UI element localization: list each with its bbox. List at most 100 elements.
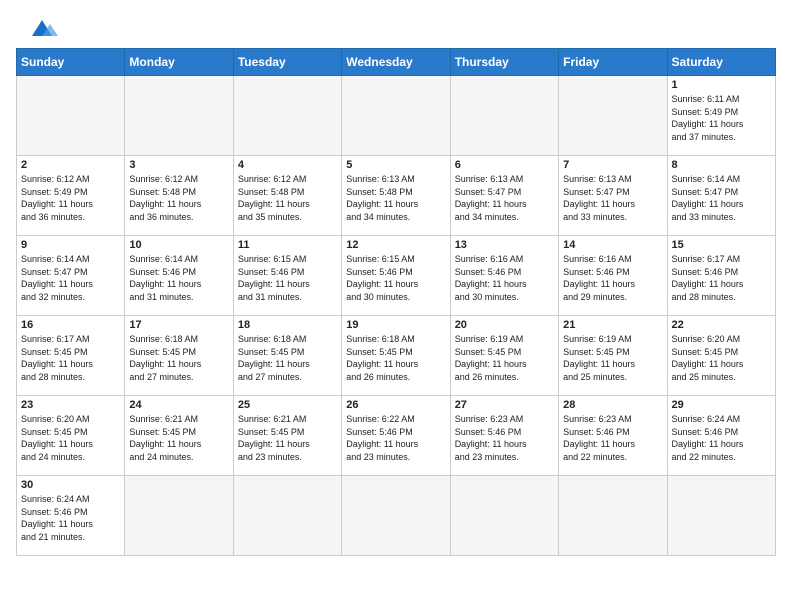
day-number: 4 xyxy=(238,159,337,171)
calendar-cell xyxy=(450,76,558,156)
week-row-6: 30 Sunrise: 6:24 AM Sunset: 5:46 PM Dayli… xyxy=(17,476,776,556)
calendar-cell: 19 Sunrise: 6:18 AM Sunset: 5:45 PM Dayli… xyxy=(342,316,450,396)
calendar-cell xyxy=(17,76,125,156)
calendar-cell: 29Sunrise: 6:24 AM Sunset: 5:46 PM Dayli… xyxy=(667,396,775,476)
day-number: 30 xyxy=(21,479,120,491)
calendar-cell xyxy=(450,476,558,556)
calendar-cell xyxy=(342,76,450,156)
page-header xyxy=(16,16,776,40)
weekday-header-row: SundayMondayTuesdayWednesdayThursdayFrid… xyxy=(17,49,776,76)
calendar-cell: 5 Sunrise: 6:13 AM Sunset: 5:48 PM Daylig… xyxy=(342,156,450,236)
calendar-cell: 25 Sunrise: 6:21 AM Sunset: 5:45 PM Dayli… xyxy=(233,396,341,476)
calendar-cell xyxy=(559,76,667,156)
day-number: 23 xyxy=(21,399,120,411)
day-number: 27 xyxy=(455,399,554,411)
day-number: 24 xyxy=(129,399,228,411)
day-number: 16 xyxy=(21,319,120,331)
calendar-cell: 15Sunrise: 6:17 AM Sunset: 5:46 PM Dayli… xyxy=(667,236,775,316)
calendar-cell: 28 Sunrise: 6:23 AM Sunset: 5:46 PM Dayli… xyxy=(559,396,667,476)
day-number: 20 xyxy=(455,319,554,331)
day-number: 10 xyxy=(129,239,228,251)
day-info: Sunrise: 6:12 AM Sunset: 5:49 PM Dayligh… xyxy=(21,173,120,223)
day-number: 8 xyxy=(672,159,771,171)
day-number: 6 xyxy=(455,159,554,171)
day-number: 9 xyxy=(21,239,120,251)
calendar-cell: 20 Sunrise: 6:19 AM Sunset: 5:45 PM Dayli… xyxy=(450,316,558,396)
calendar-cell: 17Sunrise: 6:18 AM Sunset: 5:45 PM Dayli… xyxy=(125,316,233,396)
day-number: 5 xyxy=(346,159,445,171)
day-number: 26 xyxy=(346,399,445,411)
day-number: 25 xyxy=(238,399,337,411)
weekday-header-wednesday: Wednesday xyxy=(342,49,450,76)
day-number: 7 xyxy=(563,159,662,171)
calendar-cell: 2 Sunrise: 6:12 AM Sunset: 5:49 PM Daylig… xyxy=(17,156,125,236)
calendar-cell xyxy=(125,476,233,556)
calendar-cell: 10 Sunrise: 6:14 AM Sunset: 5:46 PM Dayli… xyxy=(125,236,233,316)
day-info: Sunrise: 6:20 AM Sunset: 5:45 PM Dayligh… xyxy=(672,333,771,383)
day-number: 28 xyxy=(563,399,662,411)
calendar-cell: 21 Sunrise: 6:19 AM Sunset: 5:45 PM Dayli… xyxy=(559,316,667,396)
day-info: Sunrise: 6:21 AM Sunset: 5:45 PM Dayligh… xyxy=(129,413,228,463)
logo xyxy=(16,16,60,40)
weekday-header-friday: Friday xyxy=(559,49,667,76)
calendar-cell: 11Sunrise: 6:15 AM Sunset: 5:46 PM Dayli… xyxy=(233,236,341,316)
week-row-4: 16 Sunrise: 6:17 AM Sunset: 5:45 PM Dayli… xyxy=(17,316,776,396)
day-number: 1 xyxy=(672,79,771,91)
day-info: Sunrise: 6:21 AM Sunset: 5:45 PM Dayligh… xyxy=(238,413,337,463)
calendar-cell: 3 Sunrise: 6:12 AM Sunset: 5:48 PM Daylig… xyxy=(125,156,233,236)
week-row-1: 1 Sunrise: 6:11 AM Sunset: 5:49 PM Daylig… xyxy=(17,76,776,156)
day-info: Sunrise: 6:15 AM Sunset: 5:46 PM Dayligh… xyxy=(346,253,445,303)
day-info: Sunrise: 6:16 AM Sunset: 5:46 PM Dayligh… xyxy=(455,253,554,303)
calendar-cell: 18 Sunrise: 6:18 AM Sunset: 5:45 PM Dayli… xyxy=(233,316,341,396)
day-number: 14 xyxy=(563,239,662,251)
day-number: 3 xyxy=(129,159,228,171)
day-info: Sunrise: 6:20 AM Sunset: 5:45 PM Dayligh… xyxy=(21,413,120,463)
day-number: 21 xyxy=(563,319,662,331)
day-info: Sunrise: 6:22 AM Sunset: 5:46 PM Dayligh… xyxy=(346,413,445,463)
calendar-cell: 6 Sunrise: 6:13 AM Sunset: 5:47 PM Daylig… xyxy=(450,156,558,236)
day-info: Sunrise: 6:23 AM Sunset: 5:46 PM Dayligh… xyxy=(455,413,554,463)
day-info: Sunrise: 6:24 AM Sunset: 5:46 PM Dayligh… xyxy=(21,493,120,543)
calendar-cell xyxy=(233,476,341,556)
calendar-cell: 16 Sunrise: 6:17 AM Sunset: 5:45 PM Dayli… xyxy=(17,316,125,396)
day-info: Sunrise: 6:13 AM Sunset: 5:47 PM Dayligh… xyxy=(455,173,554,223)
week-row-3: 9Sunrise: 6:14 AM Sunset: 5:47 PM Daylig… xyxy=(17,236,776,316)
day-info: Sunrise: 6:18 AM Sunset: 5:45 PM Dayligh… xyxy=(238,333,337,383)
day-number: 18 xyxy=(238,319,337,331)
calendar-cell: 24 Sunrise: 6:21 AM Sunset: 5:45 PM Dayli… xyxy=(125,396,233,476)
weekday-header-thursday: Thursday xyxy=(450,49,558,76)
calendar-cell xyxy=(342,476,450,556)
day-number: 17 xyxy=(129,319,228,331)
calendar-cell: 7 Sunrise: 6:13 AM Sunset: 5:47 PM Daylig… xyxy=(559,156,667,236)
day-info: Sunrise: 6:12 AM Sunset: 5:48 PM Dayligh… xyxy=(238,173,337,223)
day-info: Sunrise: 6:12 AM Sunset: 5:48 PM Dayligh… xyxy=(129,173,228,223)
calendar-cell xyxy=(233,76,341,156)
calendar-cell: 9Sunrise: 6:14 AM Sunset: 5:47 PM Daylig… xyxy=(17,236,125,316)
day-info: Sunrise: 6:19 AM Sunset: 5:45 PM Dayligh… xyxy=(455,333,554,383)
day-info: Sunrise: 6:14 AM Sunset: 5:47 PM Dayligh… xyxy=(672,173,771,223)
calendar-table: SundayMondayTuesdayWednesdayThursdayFrid… xyxy=(16,48,776,556)
day-number: 29 xyxy=(672,399,771,411)
day-info: Sunrise: 6:17 AM Sunset: 5:46 PM Dayligh… xyxy=(672,253,771,303)
day-info: Sunrise: 6:18 AM Sunset: 5:45 PM Dayligh… xyxy=(346,333,445,383)
calendar-cell: 13Sunrise: 6:16 AM Sunset: 5:46 PM Dayli… xyxy=(450,236,558,316)
day-info: Sunrise: 6:17 AM Sunset: 5:45 PM Dayligh… xyxy=(21,333,120,383)
day-number: 2 xyxy=(21,159,120,171)
calendar-cell: 26 Sunrise: 6:22 AM Sunset: 5:46 PM Dayli… xyxy=(342,396,450,476)
calendar-cell: 27 Sunrise: 6:23 AM Sunset: 5:46 PM Dayli… xyxy=(450,396,558,476)
day-info: Sunrise: 6:19 AM Sunset: 5:45 PM Dayligh… xyxy=(563,333,662,383)
week-row-2: 2 Sunrise: 6:12 AM Sunset: 5:49 PM Daylig… xyxy=(17,156,776,236)
day-info: Sunrise: 6:13 AM Sunset: 5:48 PM Dayligh… xyxy=(346,173,445,223)
calendar-cell: 14 Sunrise: 6:16 AM Sunset: 5:46 PM Dayli… xyxy=(559,236,667,316)
weekday-header-saturday: Saturday xyxy=(667,49,775,76)
day-info: Sunrise: 6:13 AM Sunset: 5:47 PM Dayligh… xyxy=(563,173,662,223)
day-info: Sunrise: 6:16 AM Sunset: 5:46 PM Dayligh… xyxy=(563,253,662,303)
day-number: 22 xyxy=(672,319,771,331)
calendar-cell: 30 Sunrise: 6:24 AM Sunset: 5:46 PM Dayli… xyxy=(17,476,125,556)
day-info: Sunrise: 6:11 AM Sunset: 5:49 PM Dayligh… xyxy=(672,93,771,143)
day-info: Sunrise: 6:14 AM Sunset: 5:46 PM Dayligh… xyxy=(129,253,228,303)
calendar-cell xyxy=(667,476,775,556)
day-info: Sunrise: 6:23 AM Sunset: 5:46 PM Dayligh… xyxy=(563,413,662,463)
day-number: 19 xyxy=(346,319,445,331)
day-number: 12 xyxy=(346,239,445,251)
